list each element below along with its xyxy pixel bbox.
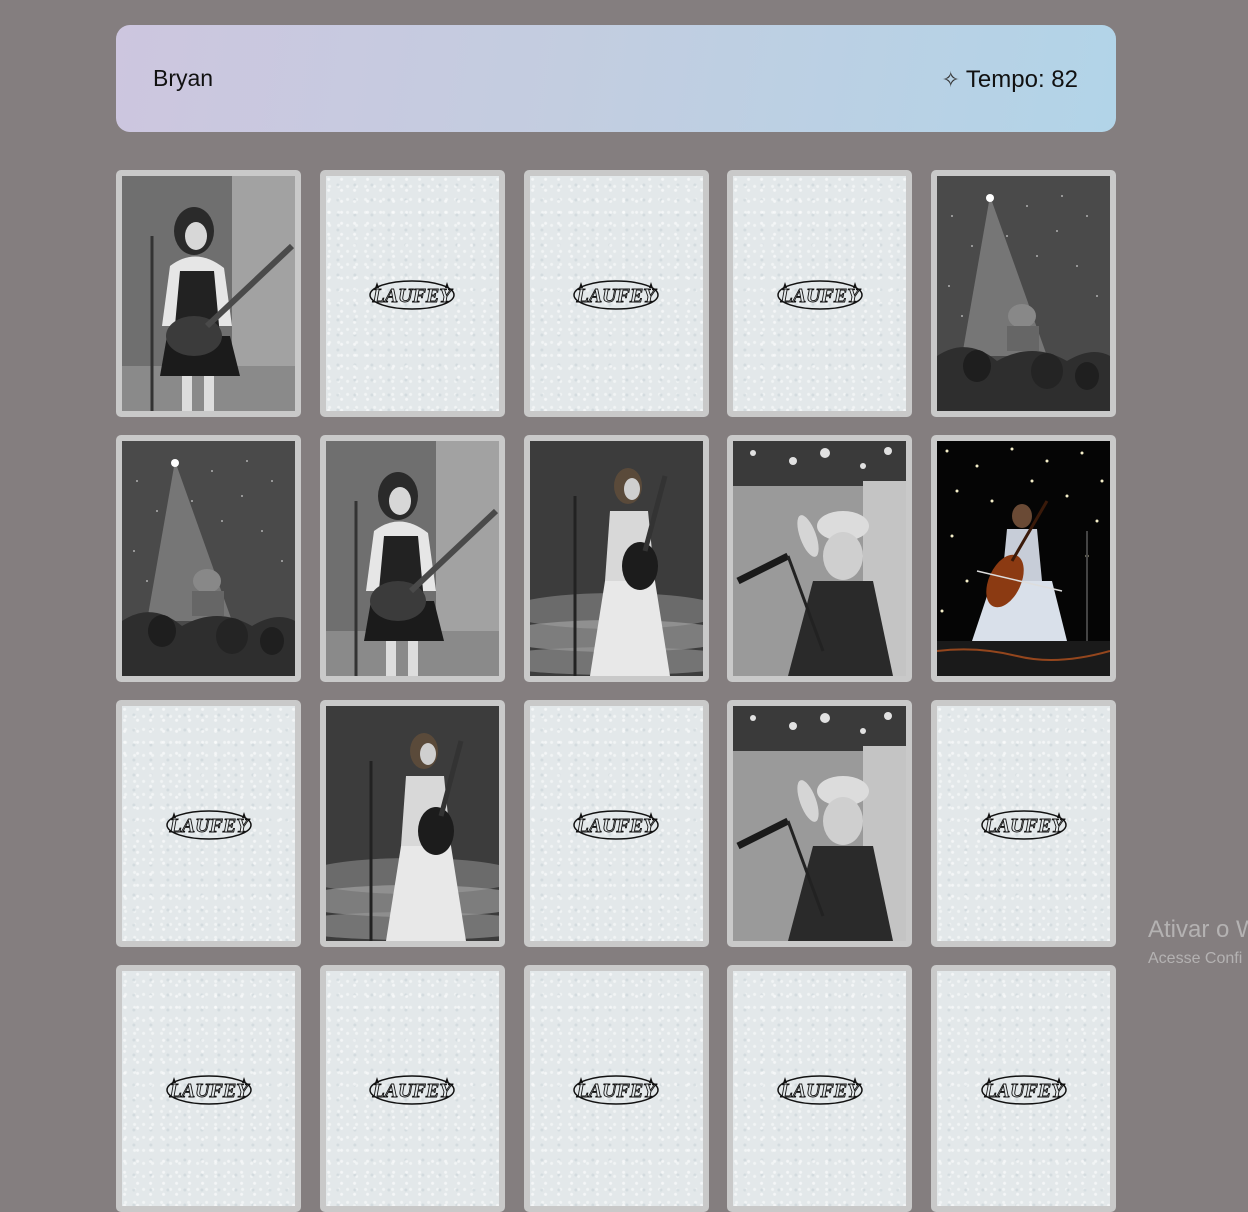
laufey-logo: LAUFEY: [571, 804, 661, 844]
memory-card-face-guitarist-black-vest[interactable]: [116, 170, 301, 417]
timer: ✧ Tempo: 82: [941, 66, 1078, 94]
memory-card-face-guitar-white-dress[interactable]: [319, 700, 505, 947]
memory-card-back[interactable]: LAUFEY: [931, 965, 1116, 1212]
laufey-logo: LAUFEY: [571, 1069, 661, 1109]
guitarist-black-vest-photo: [325, 441, 499, 676]
memory-card-back[interactable]: LAUFEY: [116, 700, 301, 947]
memory-card-face-spotlight-stage[interactable]: [116, 435, 301, 682]
player-name: Bryan: [153, 65, 214, 91]
memory-card-back[interactable]: LAUFEY: [319, 170, 505, 417]
svg-text:LAUFEY: LAUFEY: [372, 285, 454, 307]
memory-card-back[interactable]: LAUFEY: [319, 965, 505, 1212]
memory-card-face-cellist-stage[interactable]: [931, 435, 1116, 682]
memory-card-face-spotlight-stage[interactable]: [931, 170, 1116, 417]
beret-microphone-photo: [733, 441, 907, 676]
memory-card-back[interactable]: LAUFEY: [523, 965, 709, 1212]
spotlight-stage-photo: [122, 441, 295, 676]
svg-text:LAUFEY: LAUFEY: [372, 1080, 454, 1102]
beret-microphone-photo: [733, 706, 907, 941]
svg-text:LAUFEY: LAUFEY: [168, 1080, 250, 1102]
memory-card-face-beret-microphone[interactable]: [727, 700, 913, 947]
memory-card-back[interactable]: LAUFEY: [523, 700, 709, 947]
activation-watermark: Ativar o W Acesse Confi: [1148, 916, 1248, 968]
svg-text:LAUFEY: LAUFEY: [168, 815, 250, 837]
laufey-logo: LAUFEY: [367, 274, 457, 314]
svg-text:LAUFEY: LAUFEY: [983, 815, 1065, 837]
laufey-logo: LAUFEY: [979, 804, 1069, 844]
laufey-logo: LAUFEY: [979, 1069, 1069, 1109]
svg-text:LAUFEY: LAUFEY: [779, 285, 861, 307]
memory-card-back[interactable]: LAUFEY: [523, 170, 709, 417]
svg-text:LAUFEY: LAUFEY: [576, 285, 658, 307]
laufey-logo: LAUFEY: [164, 804, 254, 844]
guitar-white-dress-photo: [325, 706, 499, 941]
spotlight-stage-photo: [937, 176, 1110, 411]
memory-card-back[interactable]: LAUFEY: [931, 700, 1116, 947]
timer-text: Tempo: 82: [965, 66, 1078, 93]
svg-text:LAUFEY: LAUFEY: [983, 1080, 1065, 1102]
laufey-logo: LAUFEY: [164, 1069, 254, 1109]
guitar-white-dress-photo: [529, 441, 703, 676]
memory-card-face-guitar-white-dress[interactable]: [523, 435, 709, 682]
svg-text:LAUFEY: LAUFEY: [576, 1080, 658, 1102]
memory-card-face-guitarist-black-vest[interactable]: [319, 435, 505, 682]
laufey-logo: LAUFEY: [571, 274, 661, 314]
game-header: Bryan ✧ Tempo: 82: [116, 25, 1116, 132]
memory-card-back[interactable]: LAUFEY: [727, 965, 913, 1212]
card-grid: LAUFEY LAUFEY LAUFEY LAUFEY LAUFEY LAUFE…: [116, 170, 1116, 1212]
watermark-line2: Acesse Confi: [1148, 950, 1243, 967]
sparkle-icon: ✧: [941, 67, 960, 92]
svg-text:LAUFEY: LAUFEY: [576, 815, 658, 837]
memory-card-face-beret-microphone[interactable]: [727, 435, 913, 682]
guitarist-black-vest-photo: [122, 176, 295, 411]
svg-text:LAUFEY: LAUFEY: [779, 1080, 861, 1102]
laufey-logo: LAUFEY: [775, 1069, 865, 1109]
laufey-logo: LAUFEY: [367, 1069, 457, 1109]
memory-card-back[interactable]: LAUFEY: [116, 965, 301, 1212]
memory-card-back[interactable]: LAUFEY: [727, 170, 913, 417]
cellist-stage-photo: [937, 441, 1110, 676]
laufey-logo: LAUFEY: [775, 274, 865, 314]
watermark-line1: Ativar o W: [1148, 916, 1248, 943]
